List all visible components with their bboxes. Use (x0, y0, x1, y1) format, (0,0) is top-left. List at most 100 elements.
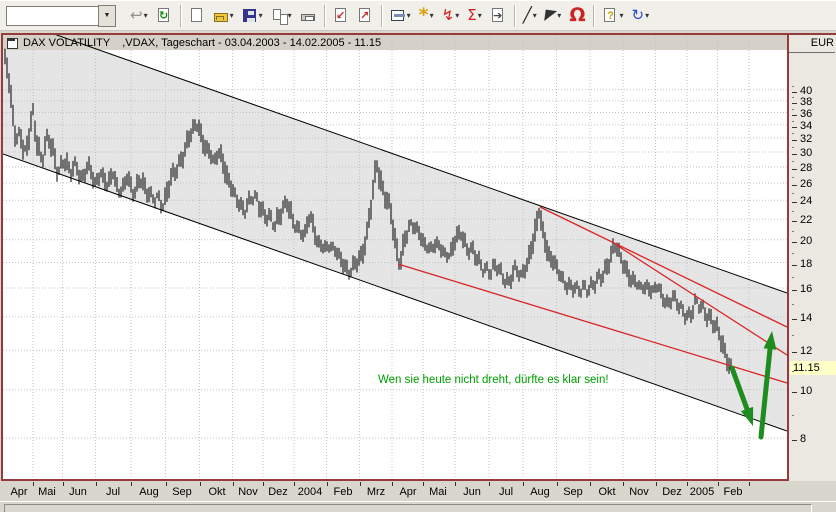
symbol-combobox[interactable]: ▼ (6, 4, 116, 27)
x-axis-tick (199, 482, 201, 486)
x-axis-month-label: Sep (172, 486, 192, 498)
x-axis-tick (523, 482, 524, 486)
y-axis-tick-label: 18 (800, 257, 813, 270)
y-axis-minor-tick (792, 120, 794, 122)
combobox-dropdown-button[interactable]: ▼ (98, 4, 116, 27)
chart-back-icon: ↙ (333, 7, 349, 24)
x-axis-tick (687, 482, 688, 486)
y-axis-tick (792, 264, 797, 266)
x-axis-tick (165, 482, 167, 486)
y-axis-minor-tick (792, 211, 794, 213)
x-axis-month-label: 2005 (689, 486, 715, 498)
y-axis-minor-tick (792, 414, 794, 416)
symbol-combobox-value[interactable] (6, 5, 98, 26)
new-file-icon (189, 7, 205, 24)
status-bar-field (4, 504, 812, 512)
print-button[interactable] (297, 3, 319, 29)
chevron-down-icon: ▾ (619, 11, 624, 20)
window-icon (390, 8, 406, 24)
effects-button[interactable]: * ▾ (416, 3, 437, 29)
y-axis-tick-label: 28 (800, 161, 813, 174)
cursor-pointer-icon: ◤ (543, 5, 558, 25)
note-page-icon: ? (602, 7, 618, 24)
y-axis-tick (792, 202, 797, 204)
y-axis-minor-tick (792, 193, 794, 195)
x-axis-month-label: Jul (105, 486, 121, 498)
reload-button[interactable]: ↻ ▾ (628, 3, 652, 29)
x-axis-month-label: Apr (399, 486, 417, 498)
undo-button[interactable]: ↩ ▾ (127, 3, 151, 29)
x-axis-month-label: Aug (139, 486, 159, 498)
y-axis-tick-label: 16 (800, 283, 813, 295)
open-button[interactable]: ▾ (210, 3, 237, 29)
x-axis-month-label: Mai (429, 486, 447, 498)
refresh-page-icon: ↻ (156, 7, 172, 24)
x-axis-month-label: Dez (268, 486, 288, 498)
next-chart-button[interactable]: ↗ (354, 3, 376, 29)
y-axis-tick (792, 241, 797, 243)
copy-button[interactable]: ▾ (268, 3, 295, 29)
x-axis-tick (392, 482, 393, 486)
copy-icon (271, 8, 288, 25)
chevron-down-icon: ▾ (477, 11, 482, 20)
draw-line-button[interactable]: ╱ ▾ (520, 3, 540, 29)
y-axis-minor-tick (792, 334, 794, 336)
y-axis-minor-tick (792, 371, 794, 373)
x-axis-tick (131, 482, 132, 486)
toolbar-separator (380, 4, 382, 27)
x-axis-month-label: Mrz (366, 486, 386, 498)
pointer-button[interactable]: ◤ ▾ (542, 3, 565, 29)
properties-button[interactable]: ➔ (487, 3, 509, 29)
prev-chart-button[interactable]: ↙ (330, 3, 352, 29)
chart-annotation: Wen sie heute nicht dreht, dürfte es kla… (378, 374, 609, 386)
chevron-down-icon: ▾ (429, 11, 434, 20)
y-axis-minor-tick (792, 303, 794, 305)
y-axis-tick (792, 391, 797, 393)
y-axis-tick-label: 14 (800, 311, 813, 324)
chart-title-bar: DAX VOLATILITY ,VDAX, Tageschart - 03.04… (3, 36, 381, 50)
notes-button[interactable]: ? ▾ (599, 3, 626, 29)
x-axis-tick (717, 482, 719, 486)
y-axis-tick (792, 290, 797, 291)
refresh-chart-button[interactable]: ↻ (153, 3, 175, 29)
chevron-down-icon: ▾ (532, 11, 537, 20)
y-axis-minor-tick (792, 276, 794, 278)
indicator-button[interactable]: ↯ ▾ (439, 3, 463, 29)
chevron-down-icon: ▾ (557, 11, 562, 20)
x-axis-month-label: Nov (238, 486, 258, 498)
chevron-down-icon: ▾ (406, 11, 411, 20)
x-axis-month-label: Nov (629, 486, 649, 498)
y-axis[interactable]: EUR 11.15 8 10 12 14 16 18 20 22 24 26 28 30 32 34 36 3… (789, 33, 836, 481)
x-axis-tick (455, 482, 456, 486)
y-axis-tick-label: 34 (800, 119, 813, 132)
window-layout-button[interactable]: ▾ (387, 3, 414, 29)
y-axis-minor-tick (792, 231, 794, 233)
y-axis-tick (792, 153, 797, 155)
x-axis-tick (590, 482, 591, 486)
statistics-button[interactable]: Σ ▾ (464, 3, 485, 29)
x-axis-month-label: Jul (498, 486, 514, 498)
y-axis-minor-tick (792, 146, 794, 148)
toolbar-separator (323, 4, 325, 27)
chevron-down-icon: ▾ (455, 11, 460, 20)
x-axis-tick (623, 482, 624, 486)
chart-plot-area[interactable]: Wen sie heute nicht dreht, dürfte es kla… (2, 15, 788, 479)
y-axis-tick (792, 102, 797, 104)
y-axis-minor-tick (792, 161, 794, 163)
x-axis-month-label: Feb (723, 486, 743, 498)
y-axis-tick-label: 26 (800, 177, 813, 190)
magnet-button[interactable]: Ω (566, 3, 588, 29)
status-bar (0, 501, 836, 512)
y-axis-tick (792, 126, 797, 128)
chart-forward-icon: ↗ (357, 7, 373, 24)
open-folder-icon (213, 8, 229, 24)
x-axis-month-label: Jun (69, 486, 87, 498)
toolbar: ▼ ↩ ▾ ↻ ▾ ▾ ▾ ↙ ↗ ▾ * ▾ ↯ ▾ Σ ▾ ➔ ╱ ▾ ◤ ▾ Ω? ▾ ↻ ▾ (0, 0, 836, 31)
save-button[interactable]: ▾ (239, 3, 266, 29)
new-button[interactable] (186, 3, 208, 29)
y-axis-tick (792, 184, 797, 186)
y-axis-minor-tick (792, 97, 794, 99)
y-axis-tick-label: 30 (800, 146, 813, 159)
x-axis[interactable]: Apr Mai Jun Jul Aug Sep Okt Nov Dez 2004 Feb Mrz Apr… (1, 481, 791, 501)
y-axis-minor-tick (792, 86, 794, 88)
